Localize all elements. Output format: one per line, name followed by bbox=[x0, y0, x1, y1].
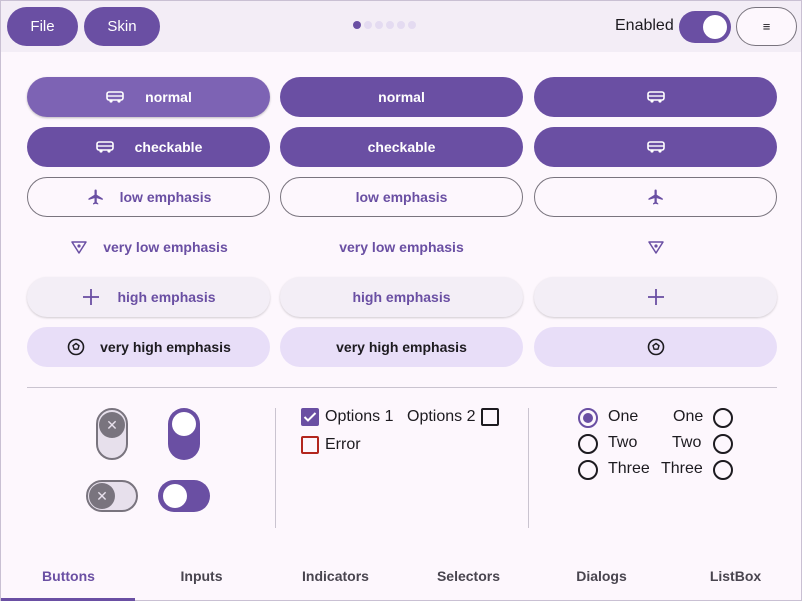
button-label: very low emphasis bbox=[339, 239, 464, 255]
switch-knob bbox=[172, 412, 196, 436]
bus-icon bbox=[105, 87, 125, 107]
radio-one-left[interactable] bbox=[578, 408, 598, 428]
high-emphasis-button-icon[interactable] bbox=[534, 277, 777, 317]
tab-inputs[interactable]: Inputs bbox=[135, 568, 268, 584]
enabled-label: Enabled bbox=[615, 17, 674, 34]
button-label: very high emphasis bbox=[100, 339, 231, 355]
button-label: normal bbox=[145, 89, 192, 105]
radio-two-right[interactable] bbox=[713, 434, 733, 454]
page-indicator[interactable] bbox=[353, 21, 416, 29]
vertical-switch-off[interactable]: ✕ bbox=[96, 408, 128, 460]
button-label: normal bbox=[378, 89, 425, 105]
radio-three-left[interactable] bbox=[578, 460, 598, 480]
menu-button[interactable]: ≡ bbox=[736, 7, 797, 46]
options1-checkbox[interactable]: Options 1 bbox=[301, 408, 393, 426]
tab-listbox[interactable]: ListBox bbox=[669, 568, 802, 584]
button-label: checkable bbox=[367, 139, 436, 155]
radio-label: One bbox=[673, 408, 704, 425]
very-high-emphasis-button-text[interactable]: very high emphasis bbox=[280, 327, 523, 367]
very-low-emphasis-button-icon[interactable] bbox=[534, 227, 777, 267]
page-dot[interactable] bbox=[353, 21, 361, 29]
button-label: low emphasis bbox=[119, 189, 212, 205]
low-emphasis-button-icon-text[interactable]: low emphasis bbox=[27, 177, 270, 217]
page-dot[interactable] bbox=[397, 21, 405, 29]
checkable-button-text[interactable]: checkable bbox=[280, 127, 523, 167]
hamburger-icon: ≡ bbox=[762, 19, 771, 34]
radio-three-right[interactable] bbox=[713, 460, 733, 480]
skin-menu-button[interactable]: Skin bbox=[84, 7, 160, 46]
radio-label: Two bbox=[608, 434, 638, 451]
close-icon: ✕ bbox=[89, 483, 115, 509]
diamond-icon bbox=[69, 237, 89, 257]
page-dot[interactable] bbox=[408, 21, 416, 29]
button-label: high emphasis bbox=[352, 289, 451, 305]
plus-icon bbox=[81, 287, 101, 307]
close-icon: ✕ bbox=[99, 412, 125, 438]
button-label: high emphasis bbox=[117, 289, 216, 305]
options2-checkbox[interactable]: Options 2 bbox=[407, 408, 500, 426]
tab-dialogs[interactable]: Dialogs bbox=[535, 568, 668, 584]
vertical-switch-on[interactable] bbox=[168, 408, 200, 460]
low-emphasis-button-icon[interactable] bbox=[534, 177, 777, 217]
error-checkbox[interactable]: Error bbox=[301, 436, 361, 454]
very-high-emphasis-button-icon-text[interactable]: very high emphasis bbox=[27, 327, 270, 367]
page-dot[interactable] bbox=[364, 21, 372, 29]
button-label: very low emphasis bbox=[103, 239, 228, 255]
checkmark-icon bbox=[301, 408, 319, 426]
column-divider bbox=[275, 408, 276, 528]
switch-knob bbox=[163, 484, 187, 508]
button-label: checkable bbox=[134, 139, 203, 155]
horizontal-switch-on[interactable] bbox=[158, 480, 210, 512]
diamond-icon bbox=[646, 237, 666, 257]
soccer-ball-icon bbox=[66, 337, 86, 357]
column-divider bbox=[528, 408, 529, 528]
switch-knob bbox=[703, 15, 727, 39]
checkbox-label: Error bbox=[325, 436, 361, 453]
section-divider bbox=[27, 387, 777, 388]
page-dot[interactable] bbox=[375, 21, 383, 29]
radio-one-right[interactable] bbox=[713, 408, 733, 428]
radio-label: Three bbox=[608, 460, 650, 477]
checkable-button-icon-text[interactable]: checkable bbox=[27, 127, 270, 167]
tab-indicators[interactable]: Indicators bbox=[269, 568, 402, 584]
very-high-emphasis-button-icon[interactable] bbox=[534, 327, 777, 367]
tab-buttons[interactable]: Buttons bbox=[2, 568, 135, 584]
low-emphasis-button-text[interactable]: low emphasis bbox=[280, 177, 523, 217]
soccer-ball-icon bbox=[646, 337, 666, 357]
bus-icon bbox=[646, 137, 666, 157]
very-low-emphasis-button-icon-text[interactable]: very low emphasis bbox=[27, 227, 270, 267]
checkbox-box bbox=[481, 408, 500, 426]
high-emphasis-button-icon-text[interactable]: high emphasis bbox=[27, 277, 270, 317]
plus-icon bbox=[646, 287, 666, 307]
normal-button-icon[interactable] bbox=[534, 77, 777, 117]
checkbox-label: Options 2 bbox=[407, 408, 476, 425]
bus-icon bbox=[95, 137, 115, 157]
tab-selectors[interactable]: Selectors bbox=[402, 568, 535, 584]
radio-label: Two bbox=[672, 434, 702, 451]
airplane-icon bbox=[86, 187, 106, 207]
horizontal-switch-off[interactable]: ✕ bbox=[86, 480, 138, 512]
checkbox-label: Options 1 bbox=[325, 408, 394, 425]
very-low-emphasis-button-text[interactable]: very low emphasis bbox=[280, 227, 523, 267]
checkbox-box bbox=[301, 436, 319, 454]
normal-button-text[interactable]: normal bbox=[280, 77, 523, 117]
file-menu-button[interactable]: File bbox=[7, 7, 78, 46]
radio-two-left[interactable] bbox=[578, 434, 598, 454]
high-emphasis-button-text[interactable]: high emphasis bbox=[280, 277, 523, 317]
button-label: low emphasis bbox=[355, 189, 448, 205]
bus-icon bbox=[646, 87, 666, 107]
radio-label: One bbox=[608, 408, 639, 425]
airplane-icon bbox=[646, 187, 666, 207]
normal-button-icon-text[interactable]: normal bbox=[27, 77, 270, 117]
page-dot[interactable] bbox=[386, 21, 394, 29]
radio-label: Three bbox=[661, 460, 703, 477]
enabled-switch[interactable] bbox=[679, 11, 731, 43]
button-label: very high emphasis bbox=[336, 339, 467, 355]
checkable-button-icon[interactable] bbox=[534, 127, 777, 167]
